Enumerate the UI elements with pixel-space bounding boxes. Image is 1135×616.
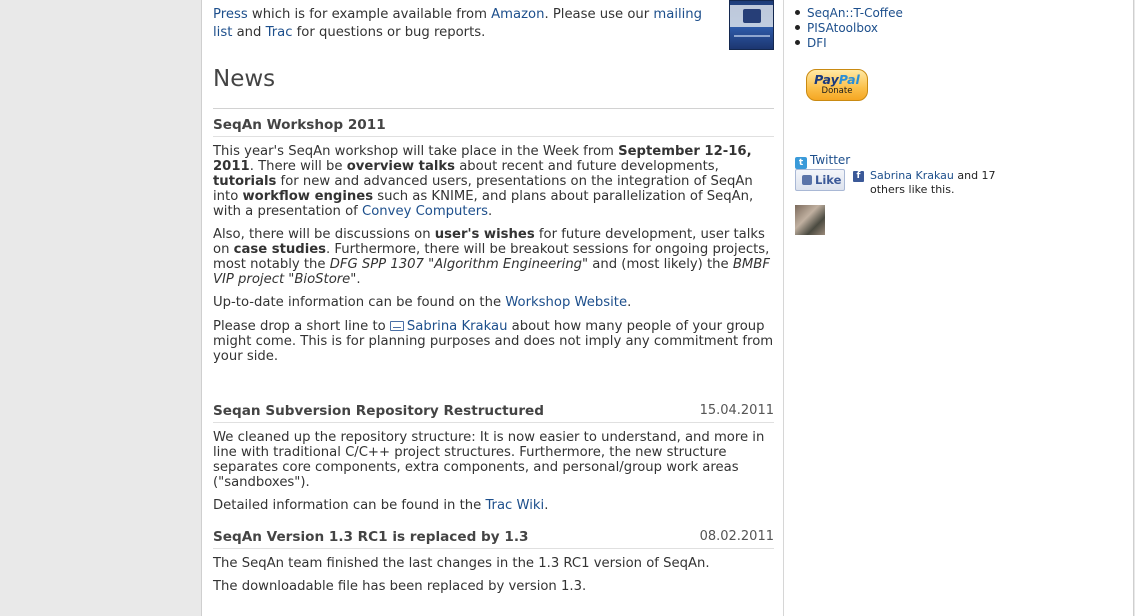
twitter-icon: t <box>795 157 807 169</box>
news-paragraph: Please drop a short line to Sabrina Krak… <box>213 319 774 364</box>
trac-wiki-link[interactable]: Trac Wiki <box>485 498 544 513</box>
avatar[interactable] <box>795 205 825 235</box>
news-paragraph: Up-to-date information can be found on t… <box>213 295 632 310</box>
page-container: Press which is for example available fro… <box>201 0 1134 616</box>
facebook-likes-text: Sabrina Krakau and 17 others like this. <box>870 169 996 196</box>
news-paragraph: We cleaned up the repository structure: … <box>213 430 765 490</box>
tcoffee-link[interactable]: SeqAn::T-Coffee <box>807 6 903 20</box>
book-cover-image[interactable] <box>729 0 774 50</box>
news-item-date: 08.02.2011 <box>699 529 774 544</box>
intro-paragraph: Press which is for example available fro… <box>213 7 703 40</box>
news-item-title: SeqAn Version 1.3 RC1 is replaced by 1.3… <box>213 529 774 545</box>
news-item-title: SeqAn Workshop 2011 <box>213 117 386 133</box>
news-paragraph: Also, there will be discussions on user'… <box>213 227 770 287</box>
news-heading: News <box>213 66 276 92</box>
news-paragraph: The SeqAn team finished the last changes… <box>213 556 710 571</box>
email-link[interactable]: Sabrina Krakau <box>389 319 507 334</box>
donate-label: Donate <box>821 86 853 96</box>
workshop-website-link[interactable]: Workshop Website <box>505 295 627 310</box>
news-paragraph: The downloadable file has been replaced … <box>213 579 587 594</box>
news-paragraph: Detailed information can be found in the… <box>213 498 549 513</box>
item-divider <box>213 136 774 137</box>
pisatoolbox-link[interactable]: PISAtoolbox <box>807 21 878 35</box>
paypal-logo: PayPal <box>814 72 860 87</box>
sidebar-link-item: PISAtoolbox <box>795 21 878 35</box>
item-divider <box>213 548 774 549</box>
convey-computers-link[interactable]: Convey Computers <box>362 204 488 219</box>
news-item-title: Seqan Subversion Repository Restructured… <box>213 403 774 419</box>
sidebar-divider <box>783 0 784 616</box>
dfi-link[interactable]: DFI <box>807 36 827 50</box>
facebook-user-link[interactable]: Sabrina Krakau <box>870 169 954 182</box>
mail-icon <box>389 321 404 331</box>
trac-link[interactable]: Trac <box>266 25 293 40</box>
sidebar-link-item: DFI <box>795 36 827 50</box>
item-divider <box>213 422 774 423</box>
sidebar-link-item: SeqAn::T-Coffee <box>795 6 903 20</box>
news-divider <box>213 108 774 109</box>
thumbs-up-icon <box>802 175 812 185</box>
twitter-link[interactable]: t Twitter <box>795 153 850 169</box>
paypal-donate-button[interactable]: PayPal Donate <box>806 69 868 101</box>
facebook-like-button[interactable]: Like <box>795 169 845 191</box>
amazon-link[interactable]: Amazon <box>491 7 544 22</box>
news-item-date: 15.04.2011 <box>699 403 774 418</box>
facebook-icon: f <box>853 171 864 182</box>
press-link[interactable]: Press <box>213 7 248 22</box>
news-paragraph: This year's SeqAn workshop will take pla… <box>213 144 754 219</box>
